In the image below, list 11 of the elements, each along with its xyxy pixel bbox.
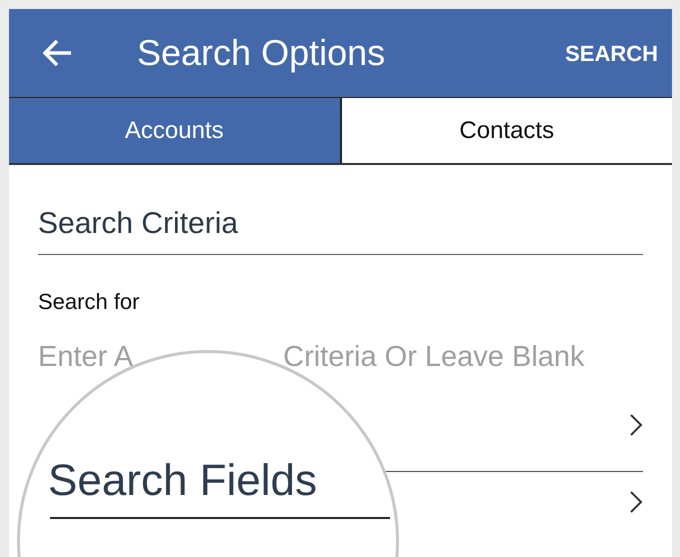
- chevron-right-icon[interactable]: [629, 413, 643, 437]
- magnified-label: Search Fields: [48, 455, 318, 507]
- chevron-right-icon[interactable]: [629, 490, 643, 514]
- search-action-button[interactable]: SEARCH: [565, 36, 658, 70]
- back-arrow-icon[interactable]: [43, 39, 73, 67]
- placeholder-text: Criteria Or Leave Blank: [283, 340, 585, 375]
- placeholder-text: Enter A: [38, 340, 134, 375]
- screen-title: Search Options: [137, 31, 386, 75]
- section-heading: Search Criteria: [38, 201, 643, 255]
- field-label: Search for: [38, 288, 140, 316]
- tab[interactable]: Accounts: [9, 98, 342, 163]
